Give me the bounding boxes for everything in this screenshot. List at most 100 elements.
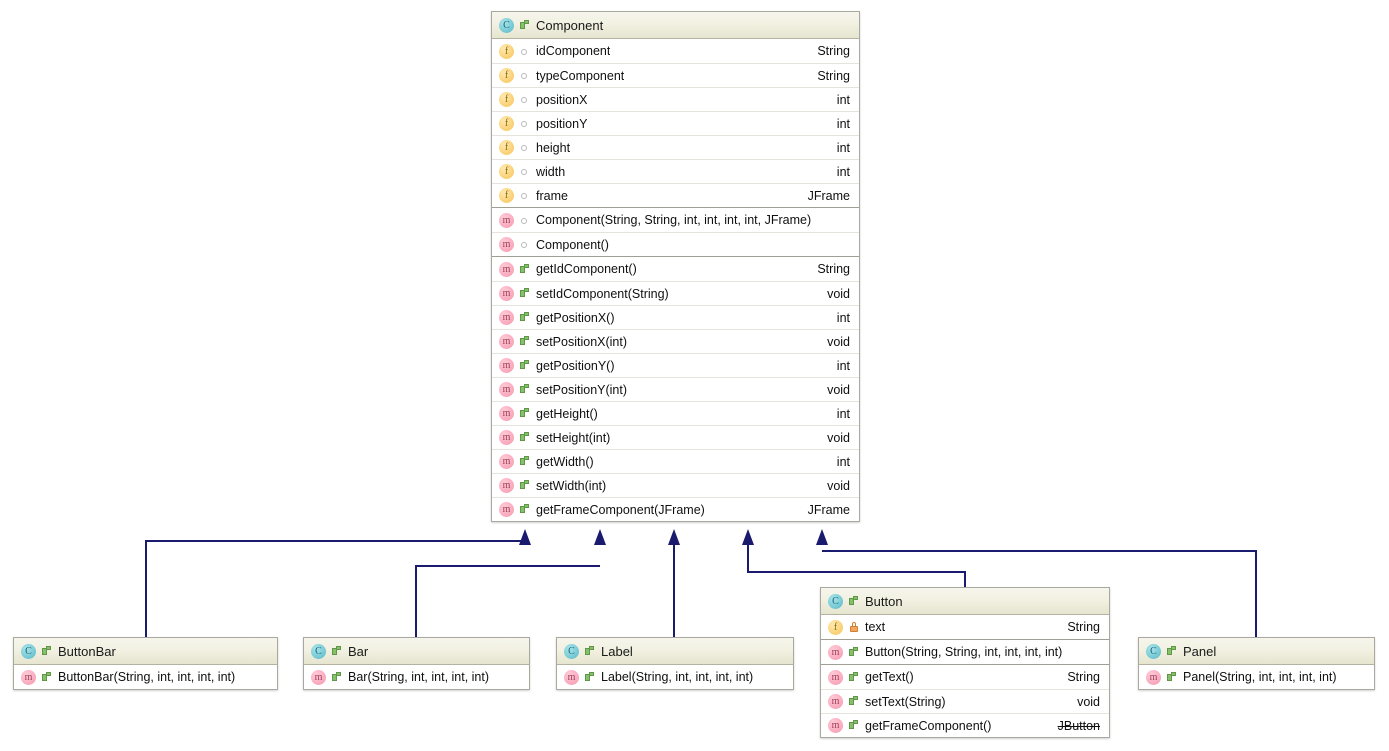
field-row[interactable]: f width int (492, 159, 859, 183)
visibility-public-icon (848, 670, 859, 685)
field-icon: f (828, 619, 843, 635)
method-row[interactable]: m Panel(String, int, int, int, int) (1139, 665, 1374, 689)
method-row[interactable]: m setIdComponent(String) void (492, 281, 859, 305)
method-row[interactable]: m Button(String, String, int, int, int, i… (821, 640, 1109, 664)
member-type: String (817, 44, 850, 58)
connector-bar (415, 565, 600, 637)
uml-class-bar[interactable]: C Bar m Bar(String, int, int, int, int) (303, 637, 530, 690)
method-row[interactable]: m Component() (492, 232, 859, 256)
method-row[interactable]: m getFrameComponent() JButton (821, 713, 1109, 737)
visibility-public-icon (584, 644, 595, 659)
member-name: getText() (865, 670, 914, 684)
visibility-public-icon (519, 18, 530, 33)
method-icon: m (828, 669, 843, 685)
method-icon: m (499, 286, 514, 301)
member-type: String (817, 68, 850, 83)
member-name: setIdComponent(String) (536, 286, 669, 301)
member-name: setWidth(int) (536, 478, 607, 493)
field-row[interactable]: f text String (821, 615, 1109, 639)
class-section: f idComponent String f typeComponent String f p… (492, 39, 859, 207)
method-icon: m (499, 261, 514, 277)
method-row[interactable]: m getHeight() int (492, 401, 859, 425)
member-type: void (827, 478, 850, 493)
class-section: m Panel(String, int, int, int, int) (1139, 665, 1374, 689)
class-header-buttonbar[interactable]: C ButtonBar (14, 638, 277, 665)
member-type: void (827, 286, 850, 301)
field-icon: f (499, 92, 514, 107)
member-name: getHeight() (536, 406, 598, 421)
member-name: setPositionX(int) (536, 334, 628, 349)
arrowhead-label (668, 529, 680, 545)
visibility-public-icon (41, 644, 52, 659)
member-name: width (536, 164, 566, 179)
method-row[interactable]: m Bar(String, int, int, int, int) (304, 665, 529, 689)
class-icon: C (1146, 643, 1161, 659)
visibility-public-icon (519, 454, 530, 469)
uml-class-button[interactable]: C Button f text String m Button(String, String… (820, 587, 1110, 738)
field-row[interactable]: f idComponent String (492, 39, 859, 63)
visibility-private-icon (848, 620, 859, 635)
method-row[interactable]: m Label(String, int, int, int, int) (557, 665, 793, 689)
method-row[interactable]: m setWidth(int) void (492, 473, 859, 497)
method-row[interactable]: m getPositionX() int (492, 305, 859, 329)
class-header-bar[interactable]: C Bar (304, 638, 529, 665)
class-section: m Bar(String, int, int, int, int) (304, 665, 529, 689)
method-icon: m (1146, 669, 1161, 685)
method-row[interactable]: m getFrameComponent(JFrame) JFrame (492, 497, 859, 521)
class-header-panel[interactable]: C Panel (1139, 638, 1374, 665)
member-name: setHeight(int) (536, 430, 611, 445)
uml-class-component[interactable]: C Component f idComponent String f typeCompone… (491, 11, 860, 522)
uml-class-label[interactable]: C Label m Label(String, int, int, int, int) (556, 637, 794, 690)
method-row[interactable]: m getText() String (821, 665, 1109, 689)
class-icon: C (21, 643, 36, 659)
member-type: int (836, 164, 850, 179)
member-name: height (536, 140, 571, 155)
member-name: frame (536, 188, 568, 203)
visibility-public-icon (519, 358, 530, 373)
method-row[interactable]: m setPositionX(int) void (492, 329, 859, 353)
uml-class-buttonbar[interactable]: C ButtonBar m ButtonBar(String, int, int, i… (13, 637, 278, 690)
method-row[interactable]: m ButtonBar(String, int, int, int, int) (14, 665, 277, 689)
class-name: Component (536, 17, 604, 33)
field-icon: f (499, 140, 514, 155)
method-icon: m (828, 644, 843, 660)
visibility-public-icon (519, 334, 530, 349)
diagram-canvas: C Component f idComponent String f typeCompone… (0, 0, 1389, 751)
arrowhead-buttonbar (519, 529, 531, 545)
field-icon: f (499, 43, 514, 59)
member-name: Panel(String, int, int, int, int) (1183, 670, 1337, 684)
visibility-package-icon (519, 92, 530, 107)
field-icon: f (499, 68, 514, 83)
field-row[interactable]: f positionX int (492, 87, 859, 111)
uml-class-panel[interactable]: C Panel m Panel(String, int, int, int, int) (1138, 637, 1375, 690)
class-header-button[interactable]: C Button (821, 588, 1109, 615)
member-name: positionX (536, 92, 588, 107)
method-row[interactable]: m getIdComponent() String (492, 257, 859, 281)
visibility-package-icon (519, 188, 530, 203)
member-name: Label(String, int, int, int, int) (601, 670, 754, 684)
member-name: getFrameComponent() (865, 718, 992, 733)
method-row[interactable]: m Component(String, String, int, int, int… (492, 208, 859, 232)
class-icon: C (564, 643, 579, 659)
method-icon: m (499, 358, 514, 373)
member-type: int (836, 358, 850, 373)
connector-button (747, 541, 966, 587)
method-row[interactable]: m setPositionY(int) void (492, 377, 859, 401)
field-row[interactable]: f frame JFrame (492, 183, 859, 207)
visibility-public-icon (848, 594, 859, 609)
field-row[interactable]: f typeComponent String (492, 63, 859, 87)
class-header-component[interactable]: C Component (492, 12, 859, 39)
field-row[interactable]: f height int (492, 135, 859, 159)
member-name: typeComponent (536, 68, 625, 83)
class-header-label[interactable]: C Label (557, 638, 793, 665)
method-row[interactable]: m getWidth() int (492, 449, 859, 473)
field-row[interactable]: f positionY int (492, 111, 859, 135)
method-row[interactable]: m getPositionY() int (492, 353, 859, 377)
member-type: JButton (1057, 718, 1100, 733)
arrowheads (519, 529, 828, 545)
member-name: Component(String, String, int, int, int,… (536, 213, 812, 227)
member-name: getIdComponent() (536, 262, 637, 276)
visibility-package-icon (519, 68, 530, 83)
method-row[interactable]: m setHeight(int) void (492, 425, 859, 449)
method-row[interactable]: m setText(String) void (821, 689, 1109, 713)
